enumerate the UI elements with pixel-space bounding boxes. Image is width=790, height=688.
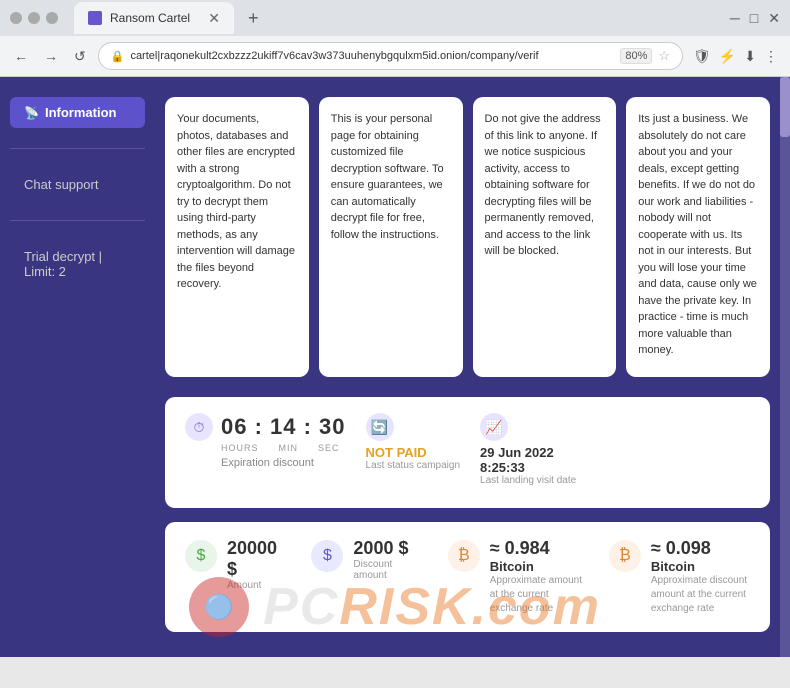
- timer-block: ⏱ 06 : 14 : 30 HOURS MIN SEC Expiration …: [185, 413, 346, 469]
- info-card-1: This is your personal page for obtaining…: [319, 97, 463, 377]
- last-status-label: Last status campaign: [366, 460, 461, 471]
- address-actions: 🛡 ⚡ ⬇ ⋮: [691, 46, 780, 67]
- trend-icon: 📈: [480, 413, 508, 441]
- restore-win-button[interactable]: □: [750, 10, 758, 27]
- new-tab-button[interactable]: +: [240, 2, 267, 34]
- clock-icon: ⏱: [185, 413, 213, 441]
- close-win-button[interactable]: ✕: [768, 10, 780, 27]
- info-card-text-1: This is your personal page for obtaining…: [331, 113, 444, 241]
- amount-label-1: Discount amount: [353, 559, 427, 581]
- info-card-text-0: Your documents, photos, databases and ot…: [177, 113, 295, 290]
- minimize-win-button[interactable]: ─: [730, 10, 740, 27]
- payment-status-block: 🔄 NOT PAID Last status campaign: [366, 413, 461, 471]
- info-card-text-2: Do not give the address of this link to …: [485, 113, 601, 257]
- back-button[interactable]: ←: [10, 44, 32, 68]
- sidebar-item-information-label: Information: [45, 105, 117, 120]
- refresh-button[interactable]: ↺: [70, 44, 90, 69]
- bitcoin-icon-0: ₿: [448, 540, 480, 572]
- sidebar-item-trial-decrypt[interactable]: Trial decrypt | Limit: 2: [10, 241, 145, 287]
- amount-info-2: ≈ 0.984 Bitcoin Approximate amount at th…: [490, 538, 589, 616]
- amount-label-0: Amount: [227, 580, 291, 591]
- shield-icon[interactable]: 🛡: [691, 46, 713, 67]
- dollar-icon-0: $: [185, 540, 217, 572]
- cards-row: Your documents, photos, databases and ot…: [165, 97, 770, 377]
- info-card-0: Your documents, photos, databases and ot…: [165, 97, 309, 377]
- scrollbar[interactable]: [780, 77, 790, 657]
- lock-icon: 🔒: [111, 50, 125, 63]
- amounts-panel: $ 20000 $ Amount $ 2000 $ Discount amoun…: [165, 522, 770, 632]
- timer-icon-row: ⏱ 06 : 14 : 30: [185, 413, 346, 441]
- sec-label: SEC: [318, 443, 340, 453]
- tab-close-button[interactable]: ✕: [208, 10, 220, 27]
- amounts-row: $ 20000 $ Amount $ 2000 $ Discount amoun…: [185, 538, 750, 616]
- download-icon[interactable]: ⬇: [742, 46, 758, 67]
- status-panel: ⏱ 06 : 14 : 30 HOURS MIN SEC Expiration …: [165, 397, 770, 508]
- amount-info-1: 2000 $ Discount amount: [353, 538, 427, 581]
- sidebar-divider-2: [10, 220, 145, 221]
- amount-info-3: ≈ 0.098 Bitcoin Approximate discount amo…: [651, 538, 750, 616]
- dollar-icon-1: $: [311, 540, 343, 572]
- amount-block-3: ₿ ≈ 0.098 Bitcoin Approximate discount a…: [609, 538, 750, 616]
- close-button[interactable]: [46, 12, 58, 24]
- tab-favicon: [88, 11, 102, 25]
- zoom-badge: 80%: [620, 48, 652, 64]
- sidebar-item-chat-label: Chat support: [24, 177, 98, 192]
- amount-value-2: ≈ 0.984: [490, 538, 589, 559]
- info-card-3: Its just a business. We absolutely do no…: [626, 97, 770, 377]
- amount-desc-2: Approximate amount at the current exchan…: [490, 574, 589, 616]
- maximize-button[interactable]: [28, 12, 40, 24]
- title-bar: Ransom Cartel ✕ + ─ □ ✕: [0, 0, 790, 36]
- window-controls: [10, 12, 58, 24]
- date-value: 29 Jun 2022 8:25:33: [480, 445, 576, 475]
- status-row: ⏱ 06 : 14 : 30 HOURS MIN SEC Expiration …: [185, 413, 750, 486]
- page-content: 📡 Information Chat support Trial decrypt…: [0, 77, 790, 657]
- sidebar: 📡 Information Chat support Trial decrypt…: [0, 77, 155, 657]
- amount-value-3: ≈ 0.098: [651, 538, 750, 559]
- info-card-text-3: Its just a business. We absolutely do no…: [638, 113, 757, 356]
- minimize-button[interactable]: [10, 12, 22, 24]
- date-block: 📈 29 Jun 2022 8:25:33 Last landing visit…: [480, 413, 576, 486]
- amount-unit-2: Bitcoin: [490, 559, 589, 574]
- amount-value-1: 2000 $: [353, 538, 427, 559]
- bitcoin-icon-1: ₿: [609, 540, 641, 572]
- amount-block-0: $ 20000 $ Amount: [185, 538, 291, 591]
- main-area: Your documents, photos, databases and ot…: [155, 77, 780, 657]
- amount-info-0: 20000 $ Amount: [227, 538, 291, 591]
- amount-block-1: $ 2000 $ Discount amount: [311, 538, 427, 581]
- forward-button[interactable]: →: [40, 44, 62, 68]
- browser-chrome: Ransom Cartel ✕ + ─ □ ✕ ← → ↺ 🔒 cartel|r…: [0, 0, 790, 77]
- timer-value: 06 : 14 : 30: [221, 414, 346, 440]
- timer-labels: HOURS MIN SEC: [221, 443, 340, 453]
- expiration-label: Expiration discount: [221, 457, 314, 469]
- not-paid-label: NOT PAID: [366, 445, 461, 460]
- radio-icon: 📡: [24, 106, 39, 120]
- sidebar-item-chat-support[interactable]: Chat support: [10, 169, 145, 200]
- info-card-2: Do not give the address of this link to …: [473, 97, 617, 377]
- date-sub-label: Last landing visit date: [480, 475, 576, 486]
- sidebar-divider: [10, 148, 145, 149]
- amount-desc-3: Approximate discount amount at the curre…: [651, 574, 750, 616]
- extension-icon[interactable]: ⚡: [717, 46, 738, 67]
- tab-title: Ransom Cartel: [110, 11, 190, 25]
- refresh-status-icon: 🔄: [366, 413, 394, 441]
- sidebar-item-information[interactable]: 📡 Information: [10, 97, 145, 128]
- sidebar-item-trial-label: Trial decrypt | Limit: 2: [24, 249, 102, 279]
- menu-icon[interactable]: ⋮: [762, 46, 780, 67]
- scrollbar-thumb[interactable]: [780, 77, 790, 137]
- address-bar: ← → ↺ 🔒 cartel|raqonekult2cxbzzz2ukiff7v…: [0, 36, 790, 76]
- amount-value-0: 20000 $: [227, 538, 291, 580]
- amount-unit-3: Bitcoin: [651, 559, 750, 574]
- hours-label: HOURS: [221, 443, 259, 453]
- bookmark-icon[interactable]: ☆: [658, 48, 670, 64]
- min-label: MIN: [279, 443, 299, 453]
- url-box[interactable]: 🔒 cartel|raqonekult2cxbzzz2ukiff7v6cav3w…: [98, 42, 683, 70]
- tab-bar: Ransom Cartel ✕ + ─ □ ✕: [74, 2, 780, 34]
- amount-block-2: ₿ ≈ 0.984 Bitcoin Approximate amount at …: [448, 538, 589, 616]
- active-tab[interactable]: Ransom Cartel ✕: [74, 2, 234, 34]
- url-text: cartel|raqonekult2cxbzzz2ukiff7v6cav3w37…: [130, 50, 614, 62]
